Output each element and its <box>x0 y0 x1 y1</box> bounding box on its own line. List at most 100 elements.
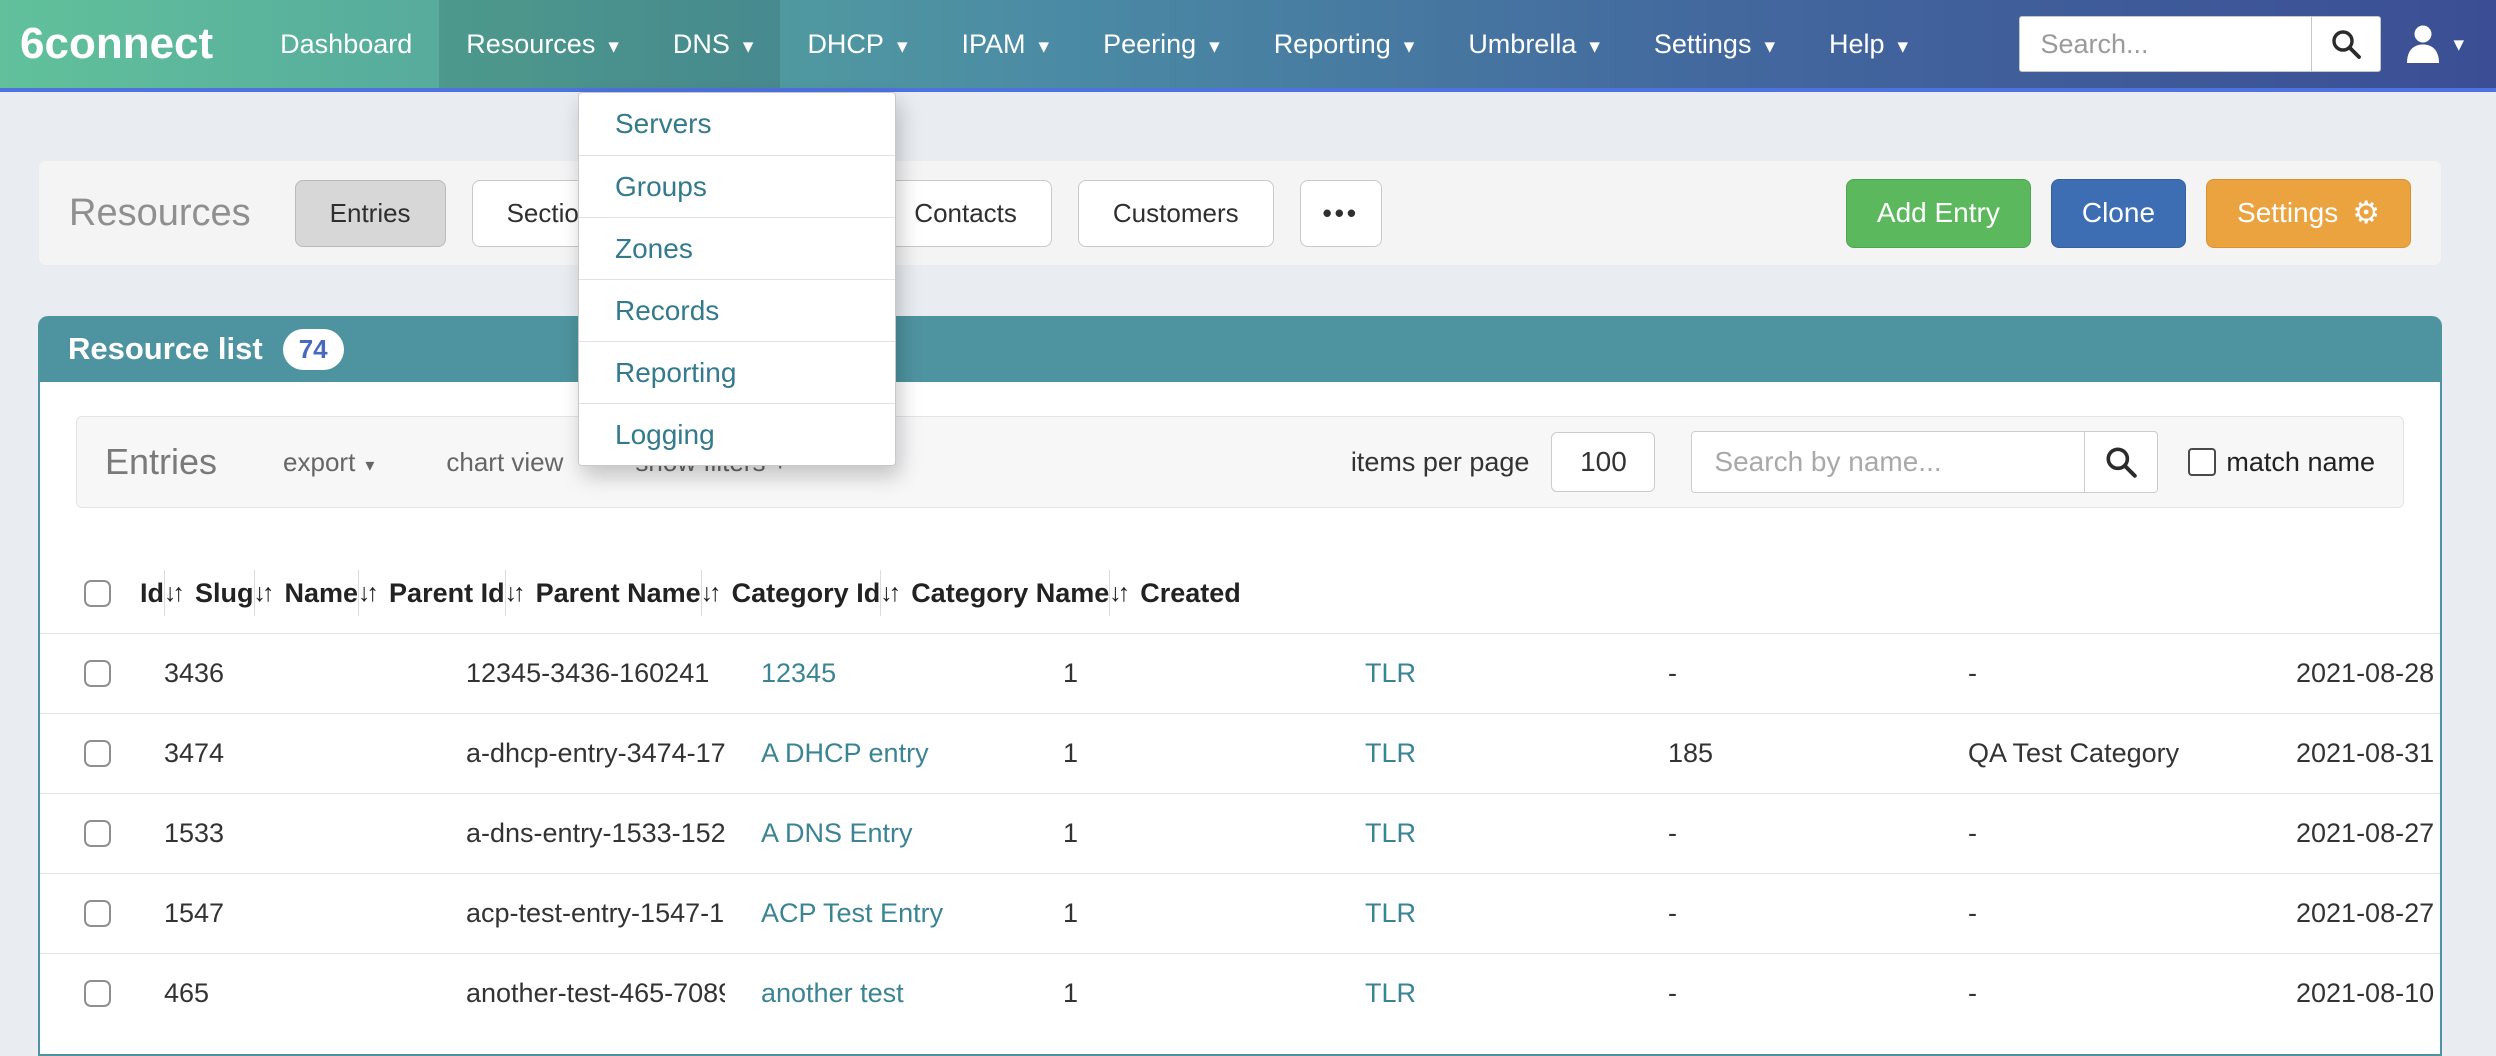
column-header-label: Parent Name <box>536 578 701 609</box>
column-header[interactable]: Category Name <box>880 553 1109 633</box>
entry-name-link[interactable]: 12345 <box>761 658 836 689</box>
parent-name-link[interactable]: TLR <box>1365 978 1416 1009</box>
items-per-page-input[interactable] <box>1551 432 1655 492</box>
nav-item-label: Help <box>1829 29 1885 60</box>
column-header[interactable]: Category Id <box>701 553 881 633</box>
table-search-button[interactable] <box>2084 431 2158 493</box>
chart-view-link[interactable]: chart view <box>446 447 563 478</box>
chevron-down-icon <box>743 29 754 60</box>
global-search-button[interactable] <box>2311 16 2381 72</box>
resources-tab-label: Customers <box>1113 198 1239 228</box>
column-header: Id <box>140 553 164 633</box>
cell-parent-name: TLR <box>1329 714 1632 793</box>
parent-name-link[interactable]: TLR <box>1365 818 1416 849</box>
table-body: 3436 12345-3436-160241 12345 1 TLR - - 2… <box>40 633 2440 1033</box>
action-button[interactable]: Settings <box>2206 179 2411 248</box>
resources-tab[interactable]: Customers <box>1078 180 1274 247</box>
row-select-cell <box>40 714 140 793</box>
nav-item[interactable]: Help <box>1802 0 1935 88</box>
sort-icon[interactable] <box>880 579 897 608</box>
nav-item[interactable]: Dashboard <box>253 0 439 88</box>
entry-name-link[interactable]: another test <box>761 978 904 1009</box>
column-header[interactable]: Slug <box>164 553 254 633</box>
column-header[interactable]: Name <box>254 553 359 633</box>
sort-icon[interactable] <box>254 579 271 608</box>
panel-title: Resource list <box>68 331 263 367</box>
sort-icon[interactable] <box>1109 579 1126 608</box>
dns-menu-item-label: Reporting <box>615 357 736 389</box>
dns-menu-item[interactable]: Servers <box>579 93 895 155</box>
user-menu[interactable] <box>2405 24 2464 64</box>
row-checkbox[interactable] <box>84 660 111 687</box>
table-header-row: Id Slug Name <box>40 553 2442 633</box>
sort-icon[interactable] <box>505 579 522 608</box>
column-header[interactable]: Created <box>1109 553 1241 633</box>
dns-dropdown-menu: Servers Groups Zones Records Reporting L… <box>578 92 896 466</box>
row-checkbox[interactable] <box>84 980 111 1007</box>
cell-slug: another-test-465-70893 <box>430 954 725 1033</box>
dns-menu-item[interactable]: Logging <box>579 403 895 465</box>
nav-item-label: Peering <box>1103 29 1196 60</box>
entry-name-link[interactable]: ACP Test Entry <box>761 898 943 929</box>
sort-icon[interactable] <box>701 579 718 608</box>
cell-category-name: - <box>1932 634 2260 713</box>
chevron-down-icon <box>1764 29 1775 60</box>
nav-item[interactable]: DHCP <box>780 0 934 88</box>
action-button[interactable]: Add Entry <box>1846 179 2031 248</box>
row-checkbox[interactable] <box>84 900 111 927</box>
action-button[interactable]: Clone <box>2051 179 2186 248</box>
cell-name: ACP Test Entry <box>725 874 1027 953</box>
items-per-page-label: items per page <box>1351 447 1530 478</box>
brand-logo[interactable]: 6connect <box>0 0 253 88</box>
chevron-down-icon <box>1039 29 1050 60</box>
entry-name-link[interactable]: A DHCP entry <box>761 738 929 769</box>
more-tabs-button[interactable]: ••• <box>1300 180 1382 247</box>
cell-parent-name: TLR <box>1329 634 1632 713</box>
global-search-input[interactable] <box>2019 16 2311 72</box>
row-select-cell <box>40 874 140 953</box>
parent-name-link[interactable]: TLR <box>1365 658 1416 689</box>
export-dropdown[interactable]: export <box>283 447 374 478</box>
dns-menu-item[interactable]: Zones <box>579 217 895 279</box>
resource-list-panel: Resource list 74 Entries export chart vi… <box>38 316 2442 1056</box>
table-row: 1547 acp-test-entry-1547-1... ACP Test E… <box>40 873 2442 953</box>
nav-item[interactable]: DNS <box>646 0 781 88</box>
row-checkbox[interactable] <box>84 740 111 767</box>
dns-menu-item[interactable]: Records <box>579 279 895 341</box>
parent-name-link[interactable]: TLR <box>1365 898 1416 929</box>
chevron-down-icon <box>897 29 908 60</box>
table-search-input[interactable] <box>1691 431 2085 493</box>
cell-category-name: - <box>1932 794 2260 873</box>
nav-item-label: DHCP <box>807 29 884 60</box>
nav-item[interactable]: Settings <box>1627 0 1802 88</box>
parent-name-link[interactable]: TLR <box>1365 738 1416 769</box>
nav-item[interactable]: Umbrella <box>1441 0 1627 88</box>
chevron-down-icon <box>1404 29 1415 60</box>
nav-item-label: Dashboard <box>280 29 412 60</box>
resources-tab[interactable]: Entries <box>295 180 446 247</box>
dns-menu-item[interactable]: Groups <box>579 155 895 217</box>
dns-menu-item-label: Servers <box>615 108 711 140</box>
nav-item[interactable]: Reporting <box>1247 0 1442 88</box>
row-checkbox[interactable] <box>84 820 111 847</box>
match-name-checkbox[interactable] <box>2188 448 2216 476</box>
cell-category-id: 185 <box>1632 714 1932 793</box>
sort-icon[interactable] <box>164 579 181 608</box>
select-all-checkbox[interactable] <box>84 580 111 607</box>
global-search <box>2019 16 2381 72</box>
entry-name-link[interactable]: A DNS Entry <box>761 818 913 849</box>
resources-tab[interactable]: Contacts <box>879 180 1052 247</box>
entries-toolbar: Entries export chart view show filters +… <box>76 416 2404 508</box>
count-badge: 74 <box>283 329 344 370</box>
column-header[interactable]: Parent Name <box>505 553 701 633</box>
column-header[interactable]: Parent Id <box>358 553 505 633</box>
nav-item[interactable]: Resources <box>439 0 646 88</box>
chevron-down-icon <box>1209 29 1220 60</box>
cell-name: another test <box>725 954 1027 1033</box>
action-button-label: Add Entry <box>1877 197 2000 229</box>
nav-item[interactable]: IPAM <box>935 0 1077 88</box>
sort-icon[interactable] <box>358 579 375 608</box>
nav-item[interactable]: Peering <box>1076 0 1247 88</box>
action-button-label: Settings <box>2237 197 2338 229</box>
dns-menu-item[interactable]: Reporting <box>579 341 895 403</box>
